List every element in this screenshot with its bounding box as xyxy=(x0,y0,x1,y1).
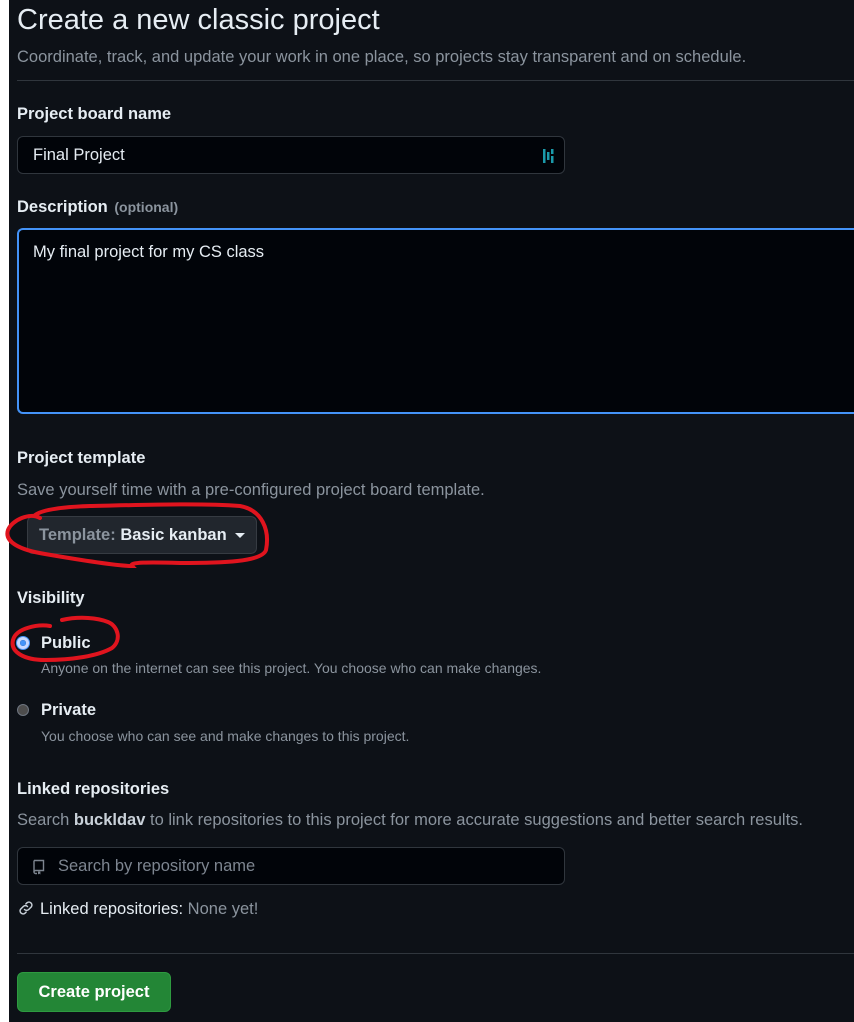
link-icon xyxy=(19,901,33,915)
description-label-text: Description xyxy=(17,198,108,216)
description-label: Description (optional) xyxy=(17,198,178,217)
board-name-value: Final Project xyxy=(33,146,125,164)
password-manager-icon[interactable] xyxy=(542,147,556,165)
header-divider xyxy=(17,80,854,81)
public-option-title[interactable]: Public xyxy=(41,634,91,653)
page-subtitle: Coordinate, track, and update your work … xyxy=(17,48,747,66)
template-dropdown-button[interactable]: Template: Basic kanban xyxy=(27,516,257,554)
repo-icon xyxy=(33,859,45,875)
board-name-field[interactable]: Final Project xyxy=(17,136,565,174)
template-hint: Save yourself time with a pre-configured… xyxy=(17,481,485,499)
create-project-button[interactable]: Create project xyxy=(17,972,171,1012)
linked-repos-hint-prefix: Search xyxy=(17,811,70,829)
template-button-value: Basic kanban xyxy=(120,526,227,544)
optional-tag: (optional) xyxy=(114,199,179,215)
repo-search-input[interactable]: Search by repository name xyxy=(17,847,565,885)
description-value: My final project for my CS class xyxy=(33,243,265,261)
description-textarea[interactable]: My final project for my CS class xyxy=(17,228,854,414)
repo-owner: buckldav xyxy=(73,811,146,829)
create-project-form: Create a new classic project Coordinate,… xyxy=(9,0,854,1022)
private-option-title[interactable]: Private xyxy=(41,701,96,720)
window-edge xyxy=(0,0,9,1022)
footer-divider xyxy=(17,953,854,954)
public-option-description: Anyone on the internet can see this proj… xyxy=(41,660,542,676)
repo-search-placeholder: Search by repository name xyxy=(58,857,256,875)
template-button-prefix: Template: xyxy=(39,526,116,544)
board-name-label: Project board name xyxy=(17,105,172,123)
linked-repos-hint-suffix: to link repositories to this project for… xyxy=(150,811,803,829)
linked-repos-status-label: Linked repositories: xyxy=(40,900,184,918)
private-option-description: You choose who can see and make changes … xyxy=(41,728,410,744)
linked-repos-hint: Search buckldav to link repositories to … xyxy=(17,811,803,830)
private-radio[interactable] xyxy=(17,704,29,716)
template-label: Project template xyxy=(17,449,146,467)
linked-repos-label: Linked repositories xyxy=(17,780,170,798)
linked-repos-status: Linked repositories: None yet! xyxy=(17,900,258,919)
visibility-label: Visibility xyxy=(17,589,85,607)
linked-repos-status-value: None yet! xyxy=(187,900,259,918)
caret-down-icon xyxy=(235,533,246,539)
page-title: Create a new classic project xyxy=(17,4,380,36)
public-radio[interactable] xyxy=(17,637,29,649)
